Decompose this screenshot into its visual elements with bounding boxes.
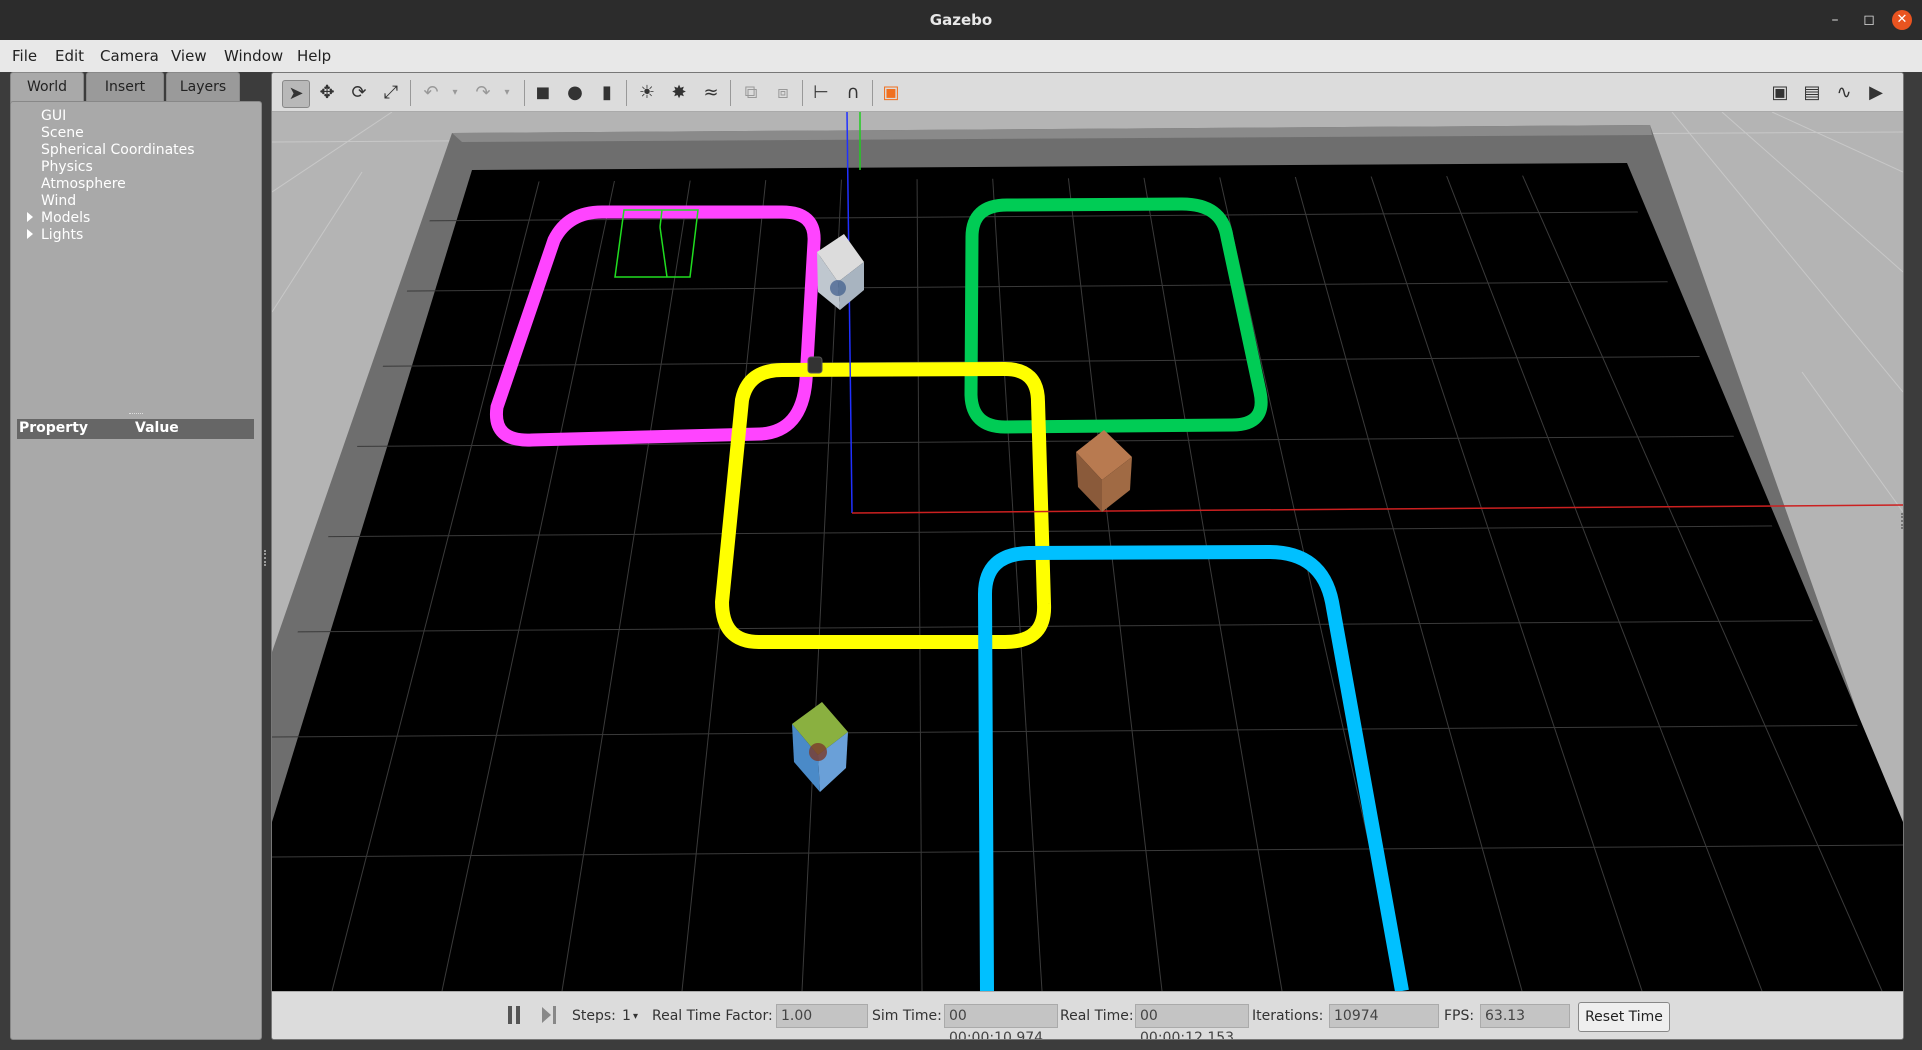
screenshot-icon[interactable]: ▣ bbox=[1767, 80, 1793, 106]
menu-edit[interactable]: Edit bbox=[55, 47, 84, 65]
menu-file[interactable]: File bbox=[12, 47, 37, 65]
robot-model[interactable] bbox=[807, 356, 823, 374]
iterations-label: Iterations: bbox=[1252, 1008, 1324, 1024]
tree-item-lights[interactable]: Lights bbox=[41, 227, 83, 243]
scene-3d-view[interactable] bbox=[272, 112, 1903, 991]
world-panel: GUI Scene Spherical Coordinates Physics … bbox=[10, 101, 262, 1040]
sim-time-label: Sim Time: bbox=[872, 1008, 942, 1024]
cylinder-icon[interactable]: ▮ bbox=[594, 80, 620, 106]
splitter-handle[interactable] bbox=[129, 413, 143, 416]
align-icon[interactable]: ⊢ bbox=[808, 80, 834, 106]
tree-item-gui[interactable]: GUI bbox=[41, 108, 66, 124]
viewport-toolbar: ➤ ✥ ⟳ ⤢ ↶ ▾ ↷ ▾ ◼ ● ▮ ☀ ✸ ≈ ⧉ ⧈ ⊢ ∩ ▣ ▣ … bbox=[272, 73, 1903, 112]
tree-item-atmosphere[interactable]: Atmosphere bbox=[41, 176, 126, 192]
select-arrow-icon[interactable]: ➤ bbox=[282, 80, 310, 108]
redo-icon[interactable]: ↷ bbox=[470, 80, 496, 106]
rtf-field: 1.00 bbox=[776, 1004, 868, 1028]
toolbar-separator bbox=[524, 80, 525, 106]
tab-layers[interactable]: Layers bbox=[166, 72, 240, 101]
pause-icon[interactable] bbox=[508, 1006, 522, 1024]
menu-help[interactable]: Help bbox=[297, 47, 331, 65]
iterations-field: 10974 bbox=[1329, 1004, 1439, 1028]
spot-light-icon[interactable]: ✸ bbox=[666, 80, 692, 106]
tab-insert[interactable]: Insert bbox=[86, 72, 164, 101]
fps-field: 63.13 bbox=[1480, 1004, 1570, 1028]
arena-floor bbox=[272, 163, 1903, 991]
tree-item-models[interactable]: Models bbox=[41, 210, 90, 226]
window-title: Gazebo bbox=[929, 11, 993, 29]
tree-item-physics[interactable]: Physics bbox=[41, 159, 93, 175]
expand-arrow-icon[interactable] bbox=[27, 212, 33, 222]
scale-icon[interactable]: ⤢ bbox=[378, 80, 404, 106]
minimize-icon[interactable]: – bbox=[1825, 10, 1845, 30]
tab-world[interactable]: World bbox=[10, 72, 84, 103]
real-time-label: Real Time: bbox=[1060, 1008, 1134, 1024]
fps-label: FPS: bbox=[1444, 1008, 1475, 1024]
value-column-header: Value bbox=[135, 420, 179, 436]
directional-light-icon[interactable]: ≈ bbox=[698, 80, 724, 106]
sim-time-field: 00 00:00:10.974 bbox=[944, 1004, 1058, 1039]
steps-spinner[interactable]: 1 bbox=[622, 1008, 631, 1024]
menu-camera[interactable]: Camera bbox=[100, 47, 159, 65]
right-panel-handle[interactable] bbox=[1901, 513, 1903, 529]
toolbar-separator bbox=[802, 80, 803, 106]
translate-icon[interactable]: ✥ bbox=[314, 80, 340, 106]
expand-arrow-icon[interactable] bbox=[27, 229, 33, 239]
view-angle-icon[interactable]: ▣ bbox=[878, 80, 904, 106]
tree-item-scene[interactable]: Scene bbox=[41, 125, 84, 141]
log-icon[interactable]: ▤ bbox=[1799, 80, 1825, 106]
tree-item-wind[interactable]: Wind bbox=[41, 193, 76, 209]
steps-dropdown-icon[interactable]: ▾ bbox=[633, 1011, 638, 1022]
tree-item-spherical-coordinates[interactable]: Spherical Coordinates bbox=[41, 142, 195, 158]
menu-bar: File Edit Camera View Window Help bbox=[0, 40, 1922, 72]
menu-window[interactable]: Window bbox=[224, 47, 283, 65]
title-bar: Gazebo – ◻ ✕ bbox=[0, 0, 1922, 40]
property-column-header: Property bbox=[19, 420, 89, 436]
panel-resize-handle[interactable] bbox=[264, 550, 268, 566]
status-bar: Steps: 1 ▾ Real Time Factor: 1.00 Sim Ti… bbox=[272, 991, 1903, 1039]
render-viewport[interactable]: ➤ ✥ ⟳ ⤢ ↶ ▾ ↷ ▾ ◼ ● ▮ ☀ ✸ ≈ ⧉ ⧈ ⊢ ∩ ▣ ▣ … bbox=[271, 72, 1904, 1040]
restore-icon[interactable]: ◻ bbox=[1859, 10, 1879, 30]
rotate-icon[interactable]: ⟳ bbox=[346, 80, 372, 106]
toolbar-separator bbox=[730, 80, 731, 106]
snap-icon[interactable]: ∩ bbox=[840, 80, 866, 106]
undo-dropdown-icon[interactable]: ▾ bbox=[442, 80, 468, 106]
toolbar-separator bbox=[872, 80, 873, 106]
undo-icon[interactable]: ↶ bbox=[418, 80, 444, 106]
sphere-icon[interactable]: ● bbox=[562, 80, 588, 106]
toolbar-separator bbox=[410, 80, 411, 106]
redo-dropdown-icon[interactable]: ▾ bbox=[494, 80, 520, 106]
box-icon[interactable]: ◼ bbox=[530, 80, 556, 106]
record-video-icon[interactable]: ▶ bbox=[1863, 80, 1889, 106]
copy-icon[interactable]: ⧉ bbox=[738, 80, 764, 106]
property-table-header: Property Value bbox=[17, 419, 254, 439]
paste-icon[interactable]: ⧈ bbox=[770, 80, 796, 106]
steps-label: Steps: bbox=[572, 1008, 616, 1024]
menu-view[interactable]: View bbox=[171, 47, 207, 65]
step-icon[interactable] bbox=[542, 1006, 558, 1024]
point-light-icon[interactable]: ☀ bbox=[634, 80, 660, 106]
real-time-field: 00 00:00:12.153 bbox=[1135, 1004, 1249, 1039]
reset-time-button[interactable]: Reset Time bbox=[1578, 1002, 1670, 1032]
rtf-label: Real Time Factor: bbox=[652, 1008, 773, 1024]
plot-icon[interactable]: ∿ bbox=[1831, 80, 1857, 106]
toolbar-separator bbox=[626, 80, 627, 106]
close-icon[interactable]: ✕ bbox=[1892, 10, 1912, 30]
